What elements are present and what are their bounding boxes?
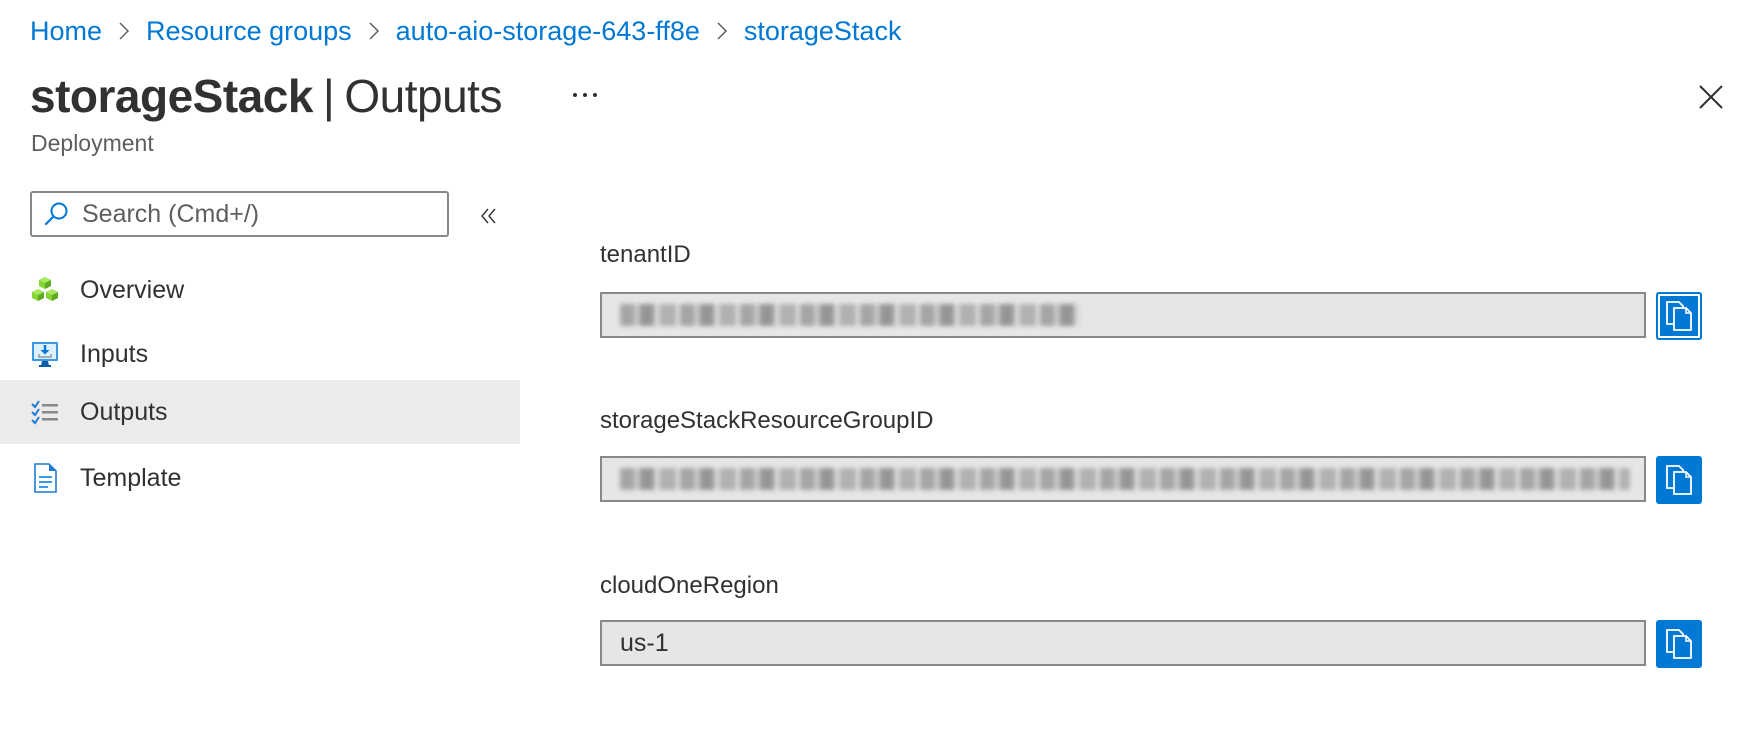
sidebar-item-label: Outputs <box>80 397 168 426</box>
output-label-tenantid: tenantID <box>600 241 691 268</box>
document-icon <box>29 462 61 494</box>
close-icon <box>1699 85 1723 109</box>
redacted-value <box>620 304 1080 326</box>
breadcrumb-deployment[interactable]: storageStack <box>744 16 902 47</box>
collapse-sidebar-button[interactable] <box>476 203 502 229</box>
chevron-right-icon <box>352 22 396 40</box>
close-button[interactable] <box>1694 80 1728 114</box>
search-box[interactable] <box>30 191 449 237</box>
breadcrumb-home[interactable]: Home <box>30 16 102 47</box>
copy-icon <box>1666 301 1692 331</box>
sidebar-item-template[interactable]: Template <box>0 446 520 510</box>
copy-cloudoneregion-button[interactable] <box>1656 620 1702 668</box>
output-value-tenantid[interactable] <box>600 292 1646 338</box>
sidebar-item-label: Inputs <box>80 339 149 368</box>
page-title: storageStack | Outputs <box>30 68 502 124</box>
chevron-right-icon <box>102 22 146 40</box>
copy-tenantid-button[interactable] <box>1656 292 1702 340</box>
search-input[interactable] <box>80 198 424 230</box>
chevron-right-icon <box>700 22 744 40</box>
copy-icon <box>1666 465 1692 495</box>
deployment-cubes-icon <box>29 274 61 306</box>
sidebar-item-outputs[interactable]: Outputs <box>0 380 520 444</box>
double-chevron-left-icon <box>481 208 496 224</box>
redacted-value <box>620 468 1630 490</box>
ellipsis-dot <box>583 93 587 97</box>
title-separator: | <box>322 70 335 122</box>
ellipsis-dot <box>593 93 597 97</box>
sidebar-item-inputs[interactable]: Inputs <box>0 322 520 386</box>
checklist-icon <box>29 396 61 428</box>
inputs-monitor-icon <box>29 338 61 370</box>
output-value-storagestackresourcegroupid[interactable] <box>600 456 1646 502</box>
copy-icon <box>1666 629 1692 659</box>
sidebar-item-overview[interactable]: Overview <box>0 258 520 322</box>
output-value-cloudoneregion[interactable]: us-1 <box>600 620 1646 666</box>
resource-type: Deployment <box>31 130 154 156</box>
resource-name: storageStack <box>30 70 313 122</box>
output-value-text: us-1 <box>620 628 669 657</box>
sidebar-item-label: Overview <box>80 275 185 304</box>
more-actions-button[interactable] <box>568 80 602 110</box>
ellipsis-icon <box>573 93 577 97</box>
output-label-storagestackresourcegroupid: storageStackResourceGroupID <box>600 407 934 434</box>
output-label-cloudoneregion: cloudOneRegion <box>600 572 779 599</box>
copy-storagestackresourcegroupid-button[interactable] <box>1656 456 1702 504</box>
breadcrumb-resource-groups[interactable]: Resource groups <box>146 16 352 47</box>
breadcrumb: Home Resource groups auto-aio-storage-64… <box>30 14 901 48</box>
search-icon <box>44 202 68 226</box>
breadcrumb-resource-group[interactable]: auto-aio-storage-643-ff8e <box>396 16 700 47</box>
sidebar-item-label: Template <box>80 463 182 492</box>
blade-name: Outputs <box>344 70 502 122</box>
